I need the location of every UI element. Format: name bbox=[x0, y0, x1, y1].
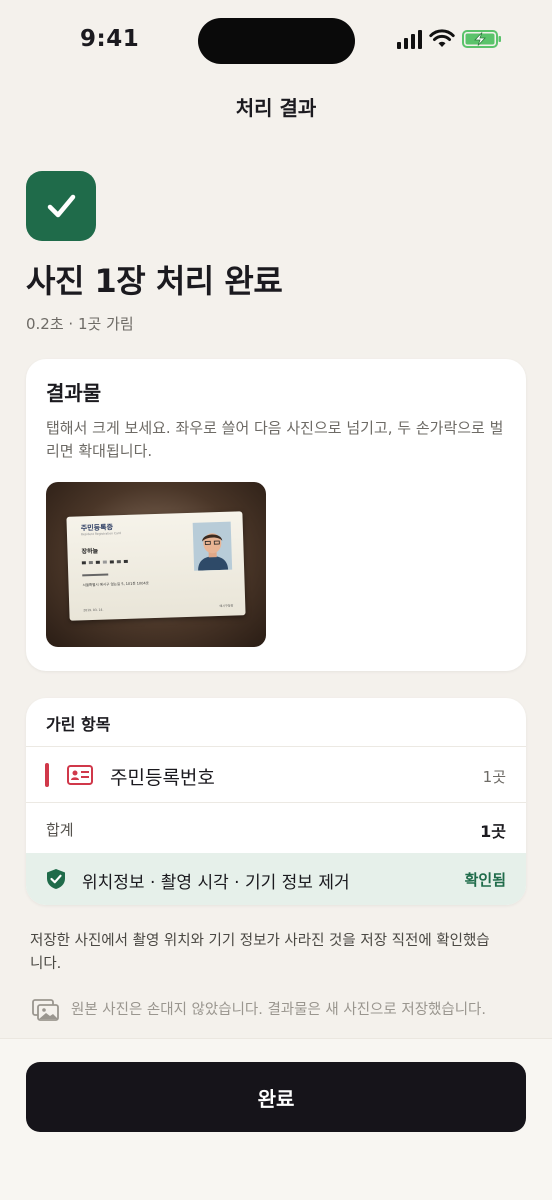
id-card-portrait bbox=[192, 521, 233, 571]
status-icons bbox=[397, 29, 502, 49]
masked-item-row[interactable]: 주민등록번호 1곳 bbox=[26, 747, 526, 803]
total-count: 1곳 bbox=[480, 822, 506, 841]
done-button[interactable]: 완료 bbox=[26, 1062, 526, 1132]
result-card: 결과물 탭해서 크게 보세요. 좌우로 쓸어 다음 사진으로 넘기고, 두 손가… bbox=[26, 359, 526, 671]
original-preserved-text: 원본 사진은 손대지 않았습니다. 결과물은 새 사진으로 저장했습니다. bbox=[71, 1002, 486, 1018]
wifi-icon bbox=[429, 29, 455, 47]
status-bar: 9:41 bbox=[0, 0, 552, 84]
id-card-icon bbox=[67, 765, 93, 785]
result-card-title: 결과물 bbox=[46, 381, 102, 405]
result-card-description: 탭해서 크게 보세요. 좌우로 쓸어 다음 사진으로 넘기고, 두 손가락으로 … bbox=[46, 419, 504, 460]
total-label: 합계 bbox=[46, 821, 74, 839]
id-card-issue-date: 2019. 03. 14. bbox=[83, 607, 104, 613]
result-summary: 0.2초 · 1곳 가림 bbox=[26, 315, 134, 333]
masked-indicator-bar bbox=[45, 763, 49, 787]
metadata-removed-label: 위치정보 · 촬영 시각 · 기기 정보 제거 bbox=[82, 873, 350, 893]
masked-item-count: 1곳 bbox=[482, 768, 506, 786]
id-card-issuer: 예시구청장 bbox=[219, 603, 234, 609]
masked-items-card: 가린 항목 주민등록번호 1곳 합계 1곳 위치정보 · 촬영 시각 · 기기 … bbox=[26, 698, 526, 905]
status-time: 9:41 bbox=[80, 26, 140, 52]
id-card-address: 서울특별시 예시구 없는길 5, 101동 1004호 bbox=[82, 581, 149, 588]
id-card-holder-name: 장하늘 bbox=[81, 547, 99, 556]
shield-check-icon bbox=[47, 869, 65, 889]
cellular-signal-icon bbox=[397, 29, 422, 49]
result-headline: 사진 1장 처리 완료 bbox=[26, 262, 283, 300]
result-photo-thumbnail[interactable]: 주민등록증 Resident Registration Card 장하늘 서울특… bbox=[46, 482, 266, 647]
metadata-verified-badge: 확인됨 bbox=[464, 871, 506, 889]
nav-title: 처리 결과 bbox=[235, 96, 317, 120]
battery-charging-icon bbox=[462, 30, 501, 48]
masked-item-label: 주민등록번호 bbox=[110, 767, 215, 789]
id-card-line bbox=[82, 573, 109, 577]
masked-items-header: 가린 항목 bbox=[26, 698, 526, 747]
metadata-removed-row: 위치정보 · 촬영 시각 · 기기 정보 제거 확인됨 bbox=[26, 853, 526, 905]
original-preserved-note: 원본 사진은 손대지 않았습니다. 결과물은 새 사진으로 저장했습니다. bbox=[30, 996, 530, 1026]
total-row: 합계 1곳 bbox=[26, 803, 526, 854]
redaction-mosaic bbox=[81, 559, 128, 565]
verification-note: 저장한 사진에서 촬영 위치와 기기 정보가 사라진 것을 저장 직전에 확인했… bbox=[30, 933, 490, 972]
success-check-icon bbox=[26, 171, 96, 241]
id-card-subtitle: Resident Registration Card bbox=[80, 531, 122, 537]
id-card-image: 주민등록증 Resident Registration Card 장하늘 서울특… bbox=[66, 511, 246, 621]
dynamic-island bbox=[198, 18, 355, 64]
photos-icon bbox=[32, 999, 59, 1021]
